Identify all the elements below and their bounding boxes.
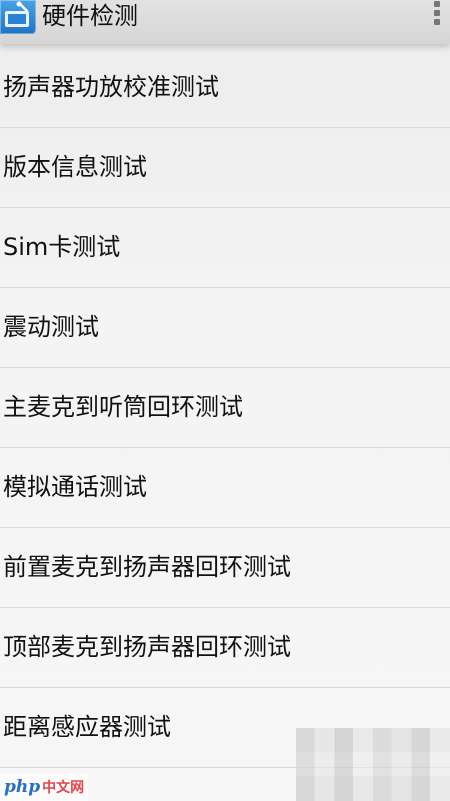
overflow-dot xyxy=(434,1,440,7)
pixelated-overlay xyxy=(296,728,450,801)
list-item-label: 前置麦克到扬声器回环测试 xyxy=(3,553,291,581)
test-list: 扬声器功放校准测试 版本信息测试 Sim卡测试 震动测试 主麦克到听筒回环测试 … xyxy=(0,48,450,768)
list-item-front-mic-to-speaker-loop[interactable]: 前置麦克到扬声器回环测试 xyxy=(0,528,450,608)
list-item-top-mic-to-speaker-loop[interactable]: 顶部麦克到扬声器回环测试 xyxy=(0,608,450,688)
list-item-label: 顶部麦克到扬声器回环测试 xyxy=(3,633,291,661)
action-bar: 硬件检测 xyxy=(0,0,450,44)
watermark-logo: php xyxy=(4,777,41,797)
list-item-label: Sim卡测试 xyxy=(3,233,121,261)
watermark: php 中文网 xyxy=(0,773,89,801)
list-item-speaker-amp-calibration[interactable]: 扬声器功放校准测试 xyxy=(0,48,450,128)
list-item-vibration[interactable]: 震动测试 xyxy=(0,288,450,368)
list-item-sim-card[interactable]: Sim卡测试 xyxy=(0,208,450,288)
list-item-label: 主麦克到听筒回环测试 xyxy=(3,393,243,421)
watermark-text: 中文网 xyxy=(42,780,85,796)
list-item-label: 震动测试 xyxy=(3,313,99,341)
list-item-label: 模拟通话测试 xyxy=(3,473,147,501)
list-item-label: 距离感应器测试 xyxy=(3,713,171,741)
overflow-dot xyxy=(434,19,440,25)
overflow-dot xyxy=(434,10,440,16)
list-item-simulated-call[interactable]: 模拟通话测试 xyxy=(0,448,450,528)
list-item-main-mic-to-receiver-loop[interactable]: 主麦克到听筒回环测试 xyxy=(0,368,450,448)
hardware-test-app-icon xyxy=(5,1,29,27)
list-item-label: 版本信息测试 xyxy=(3,153,147,181)
page-title: 硬件检测 xyxy=(42,2,138,30)
list-item-label: 扬声器功放校准测试 xyxy=(3,73,219,101)
list-item-version-info[interactable]: 版本信息测试 xyxy=(0,128,450,208)
app-icon[interactable] xyxy=(0,0,36,34)
overflow-menu-icon[interactable] xyxy=(432,1,442,33)
screen: 硬件检测 扬声器功放校准测试 版本信息测试 Sim卡测试 震动测试 主麦克到听筒… xyxy=(0,0,450,801)
